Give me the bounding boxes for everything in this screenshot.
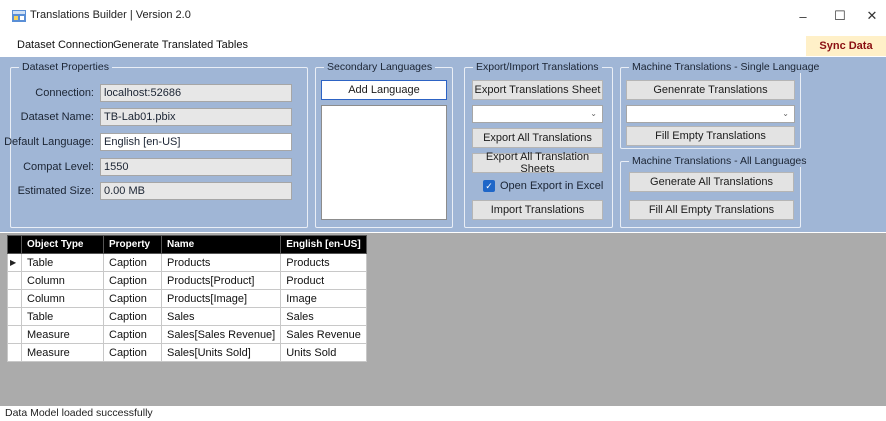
- row-selector[interactable]: [7, 325, 22, 344]
- export-all-translations-button[interactable]: Export All Translations: [472, 128, 603, 148]
- default-language-label: Default Language:: [4, 136, 94, 148]
- cell-property[interactable]: Caption: [103, 325, 162, 344]
- maximize-icon: ☐: [834, 8, 846, 23]
- cell-property[interactable]: Caption: [103, 289, 162, 308]
- cell-object-type[interactable]: Measure: [21, 325, 104, 344]
- export-all-translation-sheets-button[interactable]: Export All Translation Sheets: [472, 151, 603, 175]
- export-import-title: Export/Import Translations: [473, 61, 602, 73]
- cell-property[interactable]: Caption: [103, 271, 162, 290]
- compat-level-label: Compat Level:: [23, 161, 94, 173]
- cell-english[interactable]: Sales Revenue: [280, 325, 368, 344]
- row-selector[interactable]: [7, 307, 22, 326]
- generate-all-translations-button[interactable]: Generate All Translations: [629, 172, 794, 192]
- cell-english[interactable]: Products: [280, 253, 368, 272]
- menu-bar: Dataset Connection Generate Translated T…: [0, 33, 886, 57]
- minimize-button[interactable]: –: [788, 6, 818, 26]
- row-selector[interactable]: [7, 271, 22, 290]
- open-export-in-excel-label: Open Export in Excel: [500, 180, 604, 192]
- dataset-name-label: Dataset Name:: [20, 111, 94, 123]
- window-title: Translations Builder | Version 2.0: [30, 9, 191, 21]
- estimated-size-label: Estimated Size:: [17, 185, 94, 197]
- cell-property[interactable]: Caption: [103, 343, 162, 362]
- table-row[interactable]: Measure Caption Sales[Sales Revenue] Sal…: [7, 325, 368, 344]
- secondary-languages-list[interactable]: [321, 105, 447, 220]
- generate-translations-button[interactable]: Genenrate Translations: [626, 80, 795, 100]
- cell-property[interactable]: Caption: [103, 307, 162, 326]
- cell-object-type[interactable]: Measure: [21, 343, 104, 362]
- translations-grid[interactable]: Object Type Property Name English [en-US…: [7, 235, 368, 362]
- table-row[interactable]: Measure Caption Sales[Units Sold] Units …: [7, 343, 368, 362]
- status-bar: Data Model loaded successfully: [0, 406, 886, 421]
- column-header-property[interactable]: Property: [103, 235, 162, 254]
- row-selector[interactable]: [7, 289, 22, 308]
- open-export-in-excel-checkbox[interactable]: ✓ Open Export in Excel: [483, 180, 603, 192]
- translations-grid-area: Object Type Property Name English [en-US…: [0, 233, 886, 406]
- table-row[interactable]: Table Caption Sales Sales: [7, 307, 368, 326]
- cell-name[interactable]: Products: [160, 253, 282, 272]
- title-bar: Translations Builder | Version 2.0 – ☐ ✕: [0, 0, 886, 32]
- app-icon: [12, 10, 26, 22]
- export-translations-sheet-button[interactable]: Export Translations Sheet: [472, 80, 603, 100]
- export-language-select[interactable]: ⌄: [472, 105, 603, 123]
- cell-name[interactable]: Products[Product]: [160, 271, 282, 290]
- column-header-name[interactable]: Name: [160, 235, 282, 254]
- chevron-down-icon: ⌄: [782, 109, 789, 118]
- column-header-english[interactable]: English [en-US]: [280, 235, 368, 254]
- cell-english[interactable]: Units Sold: [280, 343, 368, 362]
- sync-data-model-button[interactable]: Sync Data Model: [806, 36, 886, 72]
- row-header-corner: [7, 235, 22, 254]
- import-translations-button[interactable]: Import Translations: [472, 200, 603, 220]
- cell-object-type[interactable]: Column: [21, 271, 104, 290]
- machine-all-title: Machine Translations - All Languages: [629, 155, 810, 167]
- cell-object-type[interactable]: Column: [21, 289, 104, 308]
- cell-object-type[interactable]: Table: [21, 307, 104, 326]
- table-row[interactable]: Column Caption Products[Image] Image: [7, 289, 368, 308]
- dataset-properties-title: Dataset Properties: [19, 61, 112, 73]
- table-row[interactable]: ▶ Table Caption Products Products: [7, 253, 368, 272]
- cell-property[interactable]: Caption: [103, 253, 162, 272]
- dataset-name-field: TB-Lab01.pbix: [100, 108, 292, 126]
- close-button[interactable]: ✕: [857, 6, 886, 26]
- target-language-select[interactable]: ⌄: [626, 105, 795, 123]
- connection-label: Connection:: [35, 87, 94, 99]
- menu-dataset-connection[interactable]: Dataset Connection: [17, 39, 114, 51]
- checkmark-icon: ✓: [483, 180, 495, 192]
- fill-empty-translations-button[interactable]: Fill Empty Translations: [626, 126, 795, 146]
- row-selector[interactable]: [7, 343, 22, 362]
- connection-field: localhost:52686: [100, 84, 292, 102]
- table-row[interactable]: Column Caption Products[Product] Product: [7, 271, 368, 290]
- cell-name[interactable]: Sales[Units Sold]: [160, 343, 282, 362]
- chevron-down-icon: ⌄: [590, 109, 597, 118]
- add-language-button[interactable]: Add Language: [321, 80, 447, 100]
- default-language-field[interactable]: English [en-US]: [100, 133, 292, 151]
- properties-panel: Dataset Properties Connection: localhost…: [0, 57, 886, 232]
- cell-english[interactable]: Product: [280, 271, 368, 290]
- cell-object-type[interactable]: Table: [21, 253, 104, 272]
- maximize-button[interactable]: ☐: [825, 6, 855, 26]
- estimated-size-field: 0.00 MB: [100, 182, 292, 200]
- machine-single-title: Machine Translations - Single Language: [629, 61, 823, 73]
- menu-generate-translated-tables[interactable]: Generate Translated Tables: [113, 39, 248, 51]
- fill-all-empty-translations-button[interactable]: Fill All Empty Translations: [629, 200, 794, 220]
- compat-level-field: 1550: [100, 158, 292, 176]
- close-icon: ✕: [866, 8, 878, 23]
- current-row-icon: ▶: [7, 253, 22, 272]
- cell-english[interactable]: Image: [280, 289, 368, 308]
- column-header-object-type[interactable]: Object Type: [21, 235, 104, 254]
- secondary-languages-title: Secondary Languages: [324, 61, 436, 73]
- minimize-icon: –: [799, 8, 807, 24]
- cell-name[interactable]: Sales: [160, 307, 282, 326]
- cell-name[interactable]: Sales[Sales Revenue]: [160, 325, 282, 344]
- cell-name[interactable]: Products[Image]: [160, 289, 282, 308]
- cell-english[interactable]: Sales: [280, 307, 368, 326]
